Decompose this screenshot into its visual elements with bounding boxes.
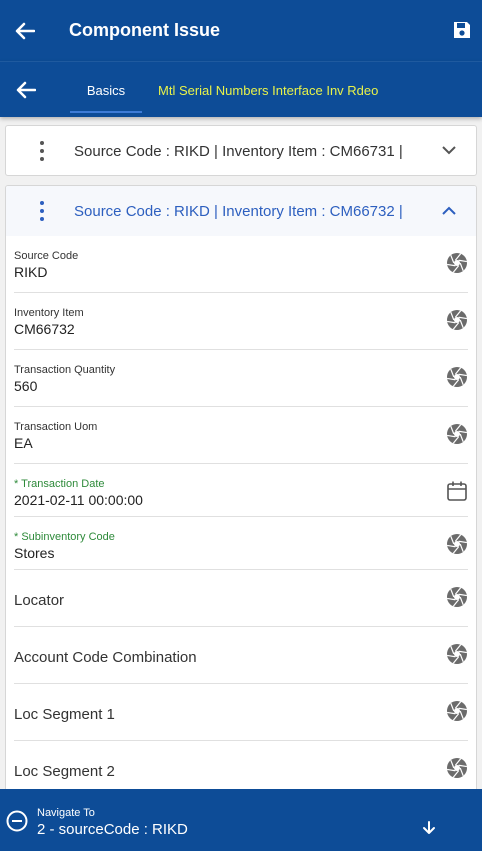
card-header[interactable]: Source Code : RIKD | Inventory Item : CM… [6, 126, 476, 176]
field-locator[interactable]: Locator [14, 570, 468, 627]
aperture-icon [447, 587, 467, 607]
field-label: Transaction Quantity [14, 364, 116, 376]
navigate-label: Navigate To [37, 807, 95, 819]
record-card-expanded: Source Code : RIKD | Inventory Item : CM… [5, 185, 477, 805]
field-label: Account Code Combination [14, 649, 197, 666]
field-transaction-date[interactable]: * Transaction Date 2021-02-11 00:00:00 [14, 464, 468, 517]
field-transaction-uom[interactable]: Transaction Uom EA [14, 407, 468, 464]
save-icon [454, 22, 470, 38]
tab-back-button[interactable] [14, 79, 38, 101]
arrow-left-icon [16, 81, 36, 99]
app-bar: Component Issue [0, 0, 482, 61]
field-label: * Transaction Date [14, 478, 105, 490]
chevron-down-icon [442, 145, 456, 154]
lov-button[interactable] [446, 366, 468, 388]
field-value: 2021-02-11 00:00:00 [14, 492, 143, 508]
field-inventory-item[interactable]: Inventory Item CM66732 [14, 293, 468, 350]
aperture-icon [447, 701, 467, 721]
lov-button[interactable] [446, 643, 468, 665]
aperture-icon [447, 367, 467, 387]
back-button[interactable] [0, 0, 50, 61]
field-value: EA [14, 435, 33, 451]
aperture-icon [447, 758, 467, 778]
field-loc-segment-1[interactable]: Loc Segment 1 [14, 684, 468, 741]
aperture-icon [447, 310, 467, 330]
lov-button[interactable] [446, 533, 468, 555]
field-label: Loc Segment 2 [14, 763, 115, 780]
field-label: Locator [14, 592, 65, 609]
field-value: CM66732 [14, 321, 75, 337]
record-card-collapsed: Source Code : RIKD | Inventory Item : CM… [5, 125, 477, 176]
tab-mtl-serial-numbers[interactable]: Mtl Serial Numbers Interface Inv Rdeo [158, 62, 378, 118]
tab-mtl-serial-numbers-label: Mtl Serial Numbers Interface Inv Rdeo [158, 82, 379, 98]
lov-button[interactable] [446, 757, 468, 779]
field-label: * Subinventory Code [14, 531, 115, 543]
chevron-up-icon [442, 206, 456, 215]
aperture-icon [447, 253, 467, 273]
field-account-code-combination[interactable]: Account Code Combination [14, 627, 468, 684]
card-header[interactable]: Source Code : RIKD | Inventory Item : CM… [6, 186, 476, 236]
calendar-icon [447, 481, 467, 501]
field-label: Loc Segment 1 [14, 706, 115, 723]
more-options-icon[interactable] [36, 201, 48, 221]
navigate-bar[interactable]: Navigate To 2 - sourceCode : RIKD [0, 789, 482, 851]
page-title: Component Issue [69, 20, 221, 40]
field-label: Inventory Item [14, 307, 84, 319]
field-subinventory-code[interactable]: * Subinventory Code Stores [14, 517, 468, 570]
aperture-icon [447, 534, 467, 554]
lov-button[interactable] [446, 586, 468, 608]
aperture-icon [447, 644, 467, 664]
minus-circle-icon[interactable] [6, 810, 28, 832]
expand-button[interactable] [440, 143, 458, 157]
date-picker-button[interactable] [446, 480, 468, 502]
active-tab-indicator [70, 111, 142, 113]
card-header-text: Source Code : RIKD | Inventory Item : CM… [74, 203, 403, 220]
field-source-code[interactable]: Source Code RIKD [14, 236, 468, 293]
save-button[interactable] [448, 16, 476, 44]
collapse-button[interactable] [440, 203, 458, 217]
field-transaction-quantity[interactable]: Transaction Quantity 560 [14, 350, 468, 407]
arrow-down-icon[interactable] [420, 820, 438, 836]
lov-button[interactable] [446, 252, 468, 274]
aperture-icon [447, 424, 467, 444]
field-value: RIKD [14, 264, 48, 280]
tab-basics-label: Basics [86, 82, 126, 98]
tab-bar: Basics Mtl Serial Numbers Interface Inv … [0, 61, 482, 117]
lov-button[interactable] [446, 423, 468, 445]
card-header-text: Source Code : RIKD | Inventory Item : CM… [74, 143, 403, 160]
field-value: 560 [14, 378, 38, 394]
field-label: Transaction Uom [14, 421, 98, 433]
lov-button[interactable] [446, 309, 468, 331]
tab-basics[interactable]: Basics [70, 62, 142, 118]
more-options-icon[interactable] [36, 141, 48, 161]
field-label: Source Code [14, 250, 79, 262]
field-value: Stores [14, 545, 55, 561]
arrow-left-icon [15, 22, 35, 39]
navigate-value: 2 - sourceCode : RIKD [37, 821, 188, 838]
lov-button[interactable] [446, 700, 468, 722]
